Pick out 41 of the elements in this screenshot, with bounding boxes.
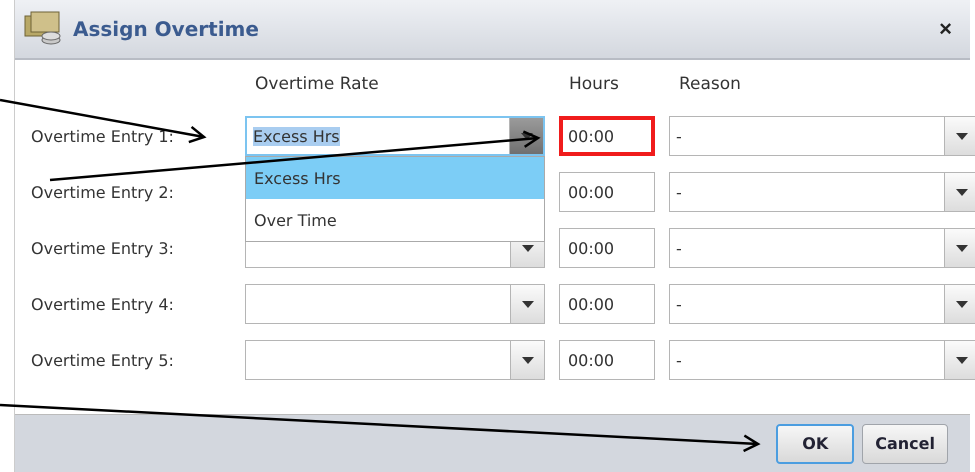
- reason-dropdown[interactable]: -: [669, 228, 975, 268]
- entry-label: Overtime Entry 3:: [31, 238, 174, 260]
- dropdown-trigger[interactable]: [944, 285, 975, 323]
- entry-label: Overtime Entry 1:: [31, 126, 174, 148]
- column-header: Overtime Rate: [254, 74, 380, 96]
- hours-field[interactable]: 00:00: [559, 340, 655, 380]
- dropdown-trigger[interactable]: [510, 285, 544, 323]
- dialog-button[interactable]: Cancel: [862, 424, 948, 464]
- reason-dropdown[interactable]: -: [669, 116, 975, 156]
- caret-icon: [956, 300, 968, 308]
- reason-dropdown[interactable]: -: [669, 340, 975, 380]
- close-button[interactable]: ×: [935, 16, 956, 42]
- entry-label: Overtime Entry 5:: [31, 350, 174, 372]
- column-header: Reason: [678, 74, 742, 96]
- dialog-title: Assign Overtime: [73, 17, 260, 41]
- caret-icon: [522, 300, 534, 308]
- dropdown-option[interactable]: Over Time: [246, 199, 544, 241]
- reason-dropdown[interactable]: -: [669, 284, 975, 324]
- hours-field[interactable]: 00:00: [559, 172, 655, 212]
- dropdown-trigger[interactable]: [944, 173, 975, 211]
- caret-icon: [522, 356, 534, 364]
- caret-icon: [956, 244, 968, 252]
- rate-dropdown[interactable]: Excess Hrs: [245, 116, 545, 156]
- column-header: Hours: [568, 74, 620, 96]
- caret-icon: [956, 132, 968, 140]
- caret-icon: [956, 188, 968, 196]
- dialog-button[interactable]: OK: [776, 424, 854, 464]
- dropdown-trigger[interactable]: [944, 229, 975, 267]
- caret-icon: [522, 244, 534, 252]
- hours-field[interactable]: 00:00: [559, 228, 655, 268]
- hours-field[interactable]: 00:00: [559, 284, 655, 324]
- entry-label: Overtime Entry 2:: [31, 182, 174, 204]
- dropdown-option[interactable]: Excess Hrs: [246, 157, 544, 199]
- hours-field[interactable]: 00:00: [559, 116, 655, 156]
- caret-icon: [956, 356, 968, 364]
- caret-icon: [520, 132, 532, 140]
- reason-dropdown[interactable]: -: [669, 172, 975, 212]
- dropdown-trigger[interactable]: [944, 341, 975, 379]
- dropdown-trigger[interactable]: [510, 341, 544, 379]
- dropdown-trigger[interactable]: [944, 117, 975, 155]
- entry-label: Overtime Entry 4:: [31, 294, 174, 316]
